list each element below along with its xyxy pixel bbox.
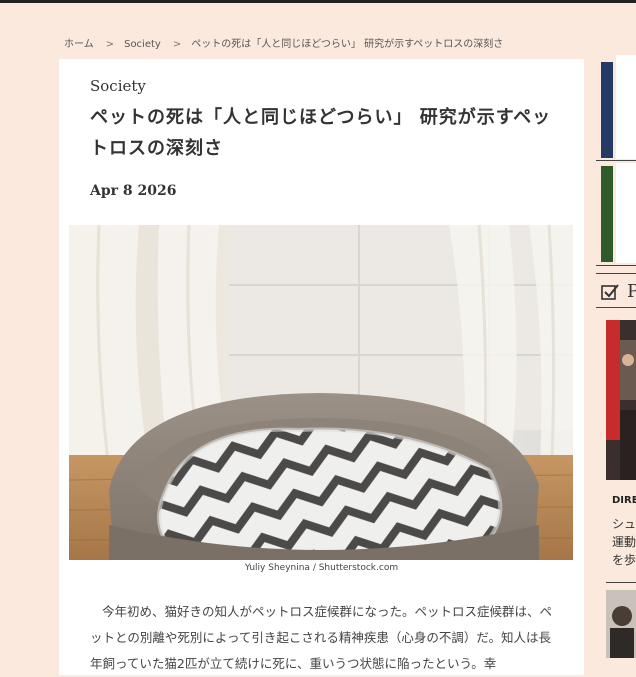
sidebar-accent-green	[601, 166, 613, 262]
sidebar-divider	[596, 160, 636, 161]
breadcrumb-home-link[interactable]: ホーム	[64, 39, 94, 50]
sidebar-article-thumbnail[interactable]	[606, 320, 636, 480]
breadcrumb-current: ペットの死は「人と同じほどつらい」 研究が示すペットロスの深刻さ	[191, 39, 504, 50]
teaser-line: 運動	[612, 535, 636, 549]
hero-image	[69, 225, 573, 560]
sidebar-divider	[596, 265, 636, 266]
sidebar-article-category: DIRE	[612, 495, 636, 506]
sidebar-card[interactable]	[616, 163, 636, 263]
sidebar-divider	[596, 307, 636, 308]
image-credit: Yuliy Sheynina / Shutterstock.com	[244, 563, 399, 573]
breadcrumb-section-link[interactable]: Society	[124, 39, 161, 50]
sidebar-divider	[596, 273, 636, 274]
breadcrumb-separator: >	[172, 39, 182, 50]
sidebar-article-thumbnail[interactable]	[606, 590, 636, 658]
checkbox-icon	[601, 284, 619, 300]
article-title: ペットの死は「人と同じほどつらい」 研究が示すペットロスの深刻さ	[90, 107, 552, 159]
breadcrumb-separator: >	[105, 39, 115, 50]
article-card: Society ペットの死は「人と同じほどつらい」 研究が示すペットロスの深刻さ…	[59, 59, 584, 675]
article-category[interactable]: Society	[90, 77, 146, 95]
teaser-line: を歩	[612, 553, 636, 567]
sidebar-article-teaser[interactable]: シュ 運動 を歩	[612, 515, 636, 569]
sidebar-accent-blue	[601, 62, 613, 158]
breadcrumb: ホーム > Society > ペットの死は「人と同じほどつらい」 研究が示すペットロス…	[64, 35, 503, 50]
sidebar: P DIRE シュ 運動 を歩	[596, 55, 636, 675]
sidebar-card[interactable]	[616, 55, 636, 159]
sidebar-divider	[606, 582, 636, 583]
top-border	[0, 0, 636, 3]
teaser-line: シュ	[612, 517, 636, 531]
article-date: Apr 8 2026	[90, 183, 177, 199]
sidebar-heading: P	[627, 281, 636, 302]
article-body: 今年初め、猫好きの知人がペットロス症候群になった。ペットロス症候群は、ペットとの…	[90, 604, 553, 671]
